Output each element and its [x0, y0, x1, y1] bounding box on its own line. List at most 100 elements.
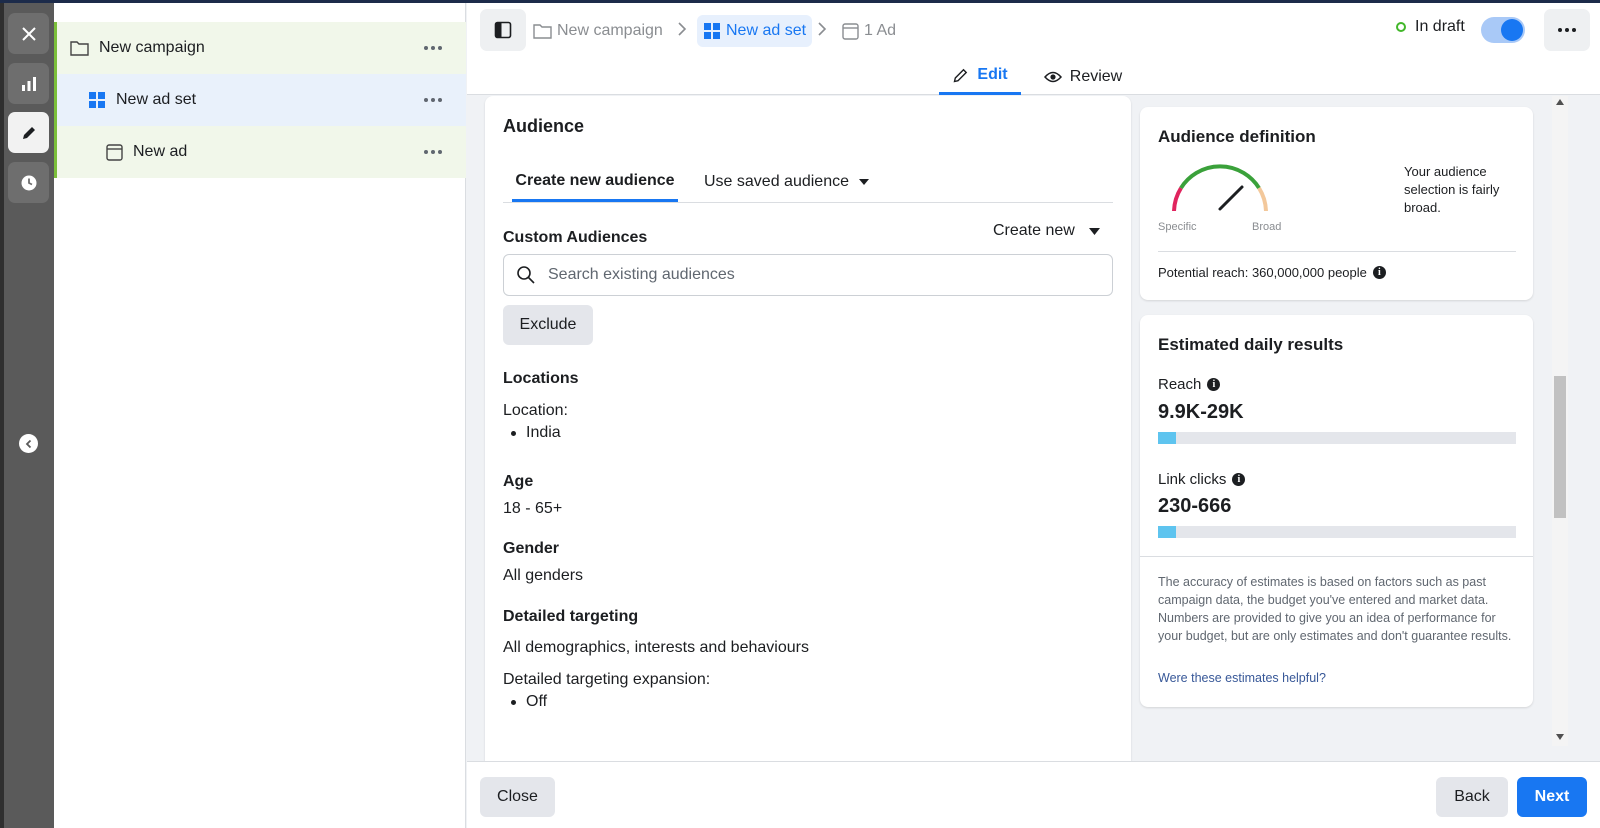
reporting-button[interactable]	[8, 63, 49, 104]
link-clicks-bar	[1158, 526, 1516, 538]
ad-more-button[interactable]	[420, 142, 446, 162]
caret-down-icon	[1088, 227, 1100, 235]
close-panel-button[interactable]	[8, 13, 49, 54]
estimates-disclaimer: The accuracy of estimates is based on fa…	[1158, 575, 1512, 643]
audience-definition-card: Audience definition Specific Broad Your …	[1140, 107, 1533, 300]
tree-item-campaign[interactable]: New campaign	[54, 22, 466, 74]
expansion-value: Off	[503, 693, 547, 711]
divider	[503, 202, 1113, 203]
info-icon[interactable]: i	[1372, 266, 1386, 279]
tab-review[interactable]: Review	[1035, 58, 1131, 95]
grid-icon	[89, 92, 105, 108]
adset-toggle-switch[interactable]	[1481, 17, 1525, 43]
chevron-left-icon	[25, 439, 31, 448]
breadcrumb-label: 1 Ad	[864, 22, 897, 39]
reach-bar	[1158, 432, 1516, 444]
collapse-rail-button[interactable]	[19, 434, 38, 453]
tree-item-label: New campaign	[99, 39, 205, 56]
editor-content: Audience Create new audience Use saved a…	[467, 96, 1600, 761]
tree-item-adset[interactable]: New ad set	[54, 74, 466, 126]
folder-icon	[70, 41, 89, 56]
scroll-up-arrow-icon[interactable]	[1556, 99, 1564, 105]
scroll-down-arrow-icon[interactable]	[1556, 734, 1564, 740]
breadcrumb-campaign[interactable]: New campaign	[533, 15, 663, 47]
custom-audiences-label: Custom Audiences	[503, 229, 648, 246]
location-value: India	[503, 424, 561, 442]
subtab-label: Create new audience	[515, 171, 675, 189]
editor-footer: Close Back Next	[467, 761, 1600, 828]
header-more-button[interactable]	[1544, 9, 1590, 51]
chevron-right-icon	[678, 22, 687, 36]
audience-gauge	[1172, 164, 1268, 212]
content-scrollbar[interactable]	[1552, 96, 1568, 746]
grid-icon	[704, 23, 720, 39]
audience-title: Audience	[503, 116, 585, 136]
next-button[interactable]: Next	[1517, 777, 1587, 817]
draft-dot-icon	[1396, 22, 1406, 32]
reach-label: Reach i	[1158, 376, 1221, 393]
info-icon[interactable]: i	[1207, 378, 1221, 391]
close-button[interactable]: Close	[480, 777, 555, 817]
breadcrumb-ad[interactable]: 1 Ad	[842, 15, 896, 47]
history-button[interactable]	[8, 162, 49, 203]
breadcrumb-adset[interactable]: New ad set	[697, 15, 813, 47]
back-button[interactable]: Back	[1436, 777, 1508, 817]
close-icon	[21, 26, 36, 41]
link-clicks-value: 230-666	[1158, 495, 1232, 517]
clock-icon	[21, 175, 36, 190]
reach-bar-fill	[1158, 432, 1176, 444]
audience-breadth-message: Your audience selection is fairly broad.	[1404, 164, 1500, 215]
detailed-targeting-value: All demographics, interests and behaviou…	[503, 639, 809, 656]
age-value: 18 - 65+	[503, 500, 563, 517]
rail-edge	[0, 3, 4, 828]
exclude-button[interactable]: Exclude	[503, 305, 593, 345]
breadcrumb-label: New campaign	[557, 22, 663, 39]
pencil-icon	[22, 126, 35, 139]
sidebar-toggle-icon	[494, 21, 512, 39]
tree-status-stripe	[54, 22, 57, 178]
potential-reach: Potential reach: 360,000,000 people i	[1158, 265, 1386, 280]
potential-reach-text: Potential reach: 360,000,000 people	[1158, 265, 1367, 280]
tab-create-new-audience[interactable]: Create new audience	[512, 162, 678, 202]
link-clicks-label: Link clicks i	[1158, 471, 1246, 488]
expansion-label: Detailed targeting expansion:	[503, 671, 711, 688]
edit-mode-button[interactable]	[8, 112, 49, 153]
location-sub-label: Location:	[503, 402, 568, 419]
tree-item-label: New ad	[133, 143, 188, 160]
estimates-helpful-link[interactable]: Were these estimates helpful?	[1158, 671, 1326, 685]
ad-window-icon	[842, 22, 859, 40]
folder-icon	[533, 24, 552, 39]
breadcrumb-label: New ad set	[726, 22, 807, 39]
tab-use-saved-audience[interactable]: Use saved audience	[704, 162, 869, 202]
tree-item-label: New ad set	[116, 91, 197, 108]
search-audiences-input[interactable]	[548, 266, 1048, 284]
subtab-label: Use saved audience	[704, 173, 849, 190]
campaign-more-button[interactable]	[420, 38, 446, 58]
campaign-tree: New campaign New ad set New ad	[54, 3, 466, 828]
age-label: Age	[503, 473, 534, 490]
divider	[1158, 251, 1516, 252]
scrollbar-thumb[interactable]	[1554, 376, 1566, 518]
estimated-results-title: Estimated daily results	[1158, 335, 1344, 354]
link-clicks-bar-fill	[1158, 526, 1176, 538]
audience-card: Audience Create new audience Use saved a…	[485, 96, 1131, 761]
draft-status: In draft	[1396, 18, 1465, 36]
search-audiences-field[interactable]	[503, 254, 1113, 296]
pencil-icon	[953, 68, 968, 82]
tab-edit[interactable]: Edit	[939, 58, 1021, 95]
reach-value: 9.9K-29K	[1158, 401, 1244, 423]
info-icon[interactable]: i	[1232, 473, 1246, 486]
gender-value: All genders	[503, 567, 584, 584]
tree-item-ad[interactable]: New ad	[54, 126, 466, 178]
gauge-broad-label: Broad	[1252, 221, 1282, 233]
locations-label: Locations	[503, 370, 579, 387]
toggle-tree-button[interactable]	[480, 9, 526, 51]
search-icon	[517, 266, 535, 284]
chevron-right-icon	[818, 22, 827, 36]
detailed-targeting-label: Detailed targeting	[503, 608, 639, 625]
tab-label: Review	[1069, 67, 1123, 85]
draft-status-label: In draft	[1415, 18, 1465, 35]
create-new-dropdown[interactable]: Create new	[993, 222, 1100, 240]
eye-icon	[1043, 71, 1062, 82]
adset-more-button[interactable]	[420, 90, 446, 110]
